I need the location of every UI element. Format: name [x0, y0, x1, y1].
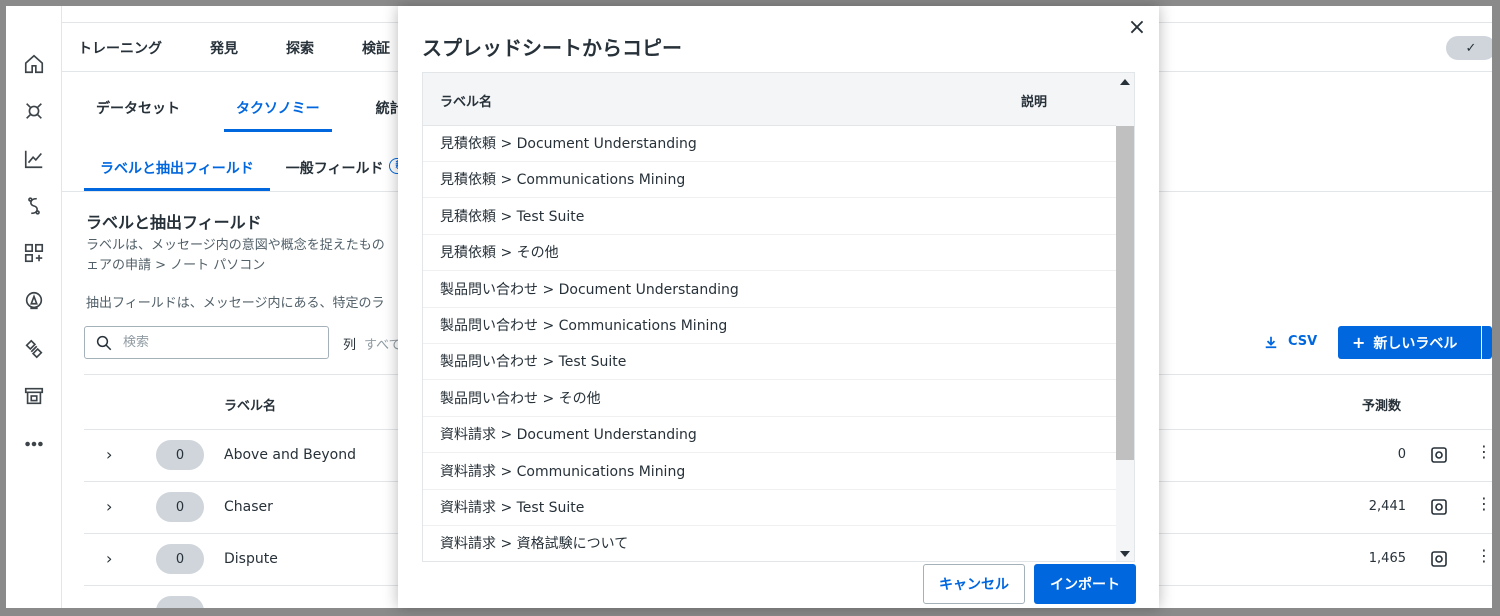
columns-value: すべて — [364, 338, 402, 353]
settings-icon[interactable] — [1430, 550, 1448, 568]
prediction-count: 2,441 — [1368, 499, 1406, 514]
label-name: Above and Beyond — [224, 447, 356, 463]
ai-center-icon[interactable] — [14, 93, 54, 129]
nav-validate[interactable]: 検証 — [362, 38, 390, 58]
close-icon[interactable]: × — [1125, 16, 1149, 40]
grid-row[interactable]: 製品問い合わせ > その他 — [423, 381, 1118, 417]
sub-tabs: ラベルと抽出フィールド 一般フィールド新 — [84, 158, 426, 191]
grid-row[interactable]: 製品問い合わせ > Communications Mining — [423, 308, 1118, 344]
settings-icon[interactable] — [1430, 446, 1448, 464]
search-icon — [96, 335, 112, 350]
dialog-title: スプレッドシートからコピー — [422, 36, 682, 60]
grid-row[interactable]: 見積依頼 > Communications Mining — [423, 162, 1118, 199]
settings-icon[interactable] — [1430, 498, 1448, 516]
tab-dataset[interactable]: データセット — [84, 98, 192, 132]
download-icon — [1265, 336, 1277, 348]
label-name: Chaser — [224, 499, 273, 515]
prediction-count: 1,465 — [1368, 551, 1406, 566]
grid-row[interactable]: 資料請求 > Communications Mining — [423, 454, 1118, 490]
grid-row[interactable]: 資料請求 > 資格試験について — [423, 526, 1118, 561]
apps-add-icon[interactable] — [14, 235, 54, 271]
csv-download-button[interactable]: CSV — [1264, 334, 1317, 349]
status-toggle[interactable]: ✓ — [1446, 36, 1492, 60]
columns-label: 列 — [343, 338, 357, 353]
label-name: Dispute — [224, 551, 278, 567]
import-button[interactable]: インポート — [1034, 564, 1136, 604]
col-header-label-name: ラベル名 — [224, 399, 277, 414]
chevron-right-icon[interactable]: › — [106, 445, 112, 464]
grid-col-description: 説明 — [1021, 95, 1048, 110]
scroll-thumb[interactable] — [1116, 126, 1134, 460]
grid-row[interactable]: 見積依頼 > その他 — [423, 235, 1118, 272]
chevron-right-icon[interactable]: › — [106, 549, 112, 568]
chart-icon[interactable] — [14, 141, 54, 177]
scroll-down-icon[interactable] — [1120, 551, 1130, 557]
rocket-icon[interactable] — [14, 283, 54, 319]
search-box[interactable] — [84, 326, 329, 359]
search-input[interactable] — [123, 335, 313, 350]
store-icon[interactable] — [14, 378, 54, 414]
subtab-labels-text: ラベルと抽出フィールド — [100, 161, 254, 177]
spreadsheet-grid: ラベル名 説明 見積依頼 > Document Understanding 見積依… — [422, 72, 1135, 562]
copy-from-spreadsheet-dialog: スプレッドシートからコピー × ラベル名 説明 見積依頼 > Document … — [398, 6, 1159, 608]
kebab-menu-icon[interactable]: ⋮ — [1476, 442, 1492, 461]
scroll-up-icon[interactable] — [1120, 79, 1130, 85]
grid-row[interactable]: 資料請求 > Test Suite — [423, 490, 1118, 526]
subtab-general-text: 一般フィールド — [285, 161, 384, 177]
new-label-text: 新しいラベル — [1373, 335, 1458, 352]
check-icon: ✓ — [1465, 40, 1477, 56]
kebab-menu-icon[interactable]: ⋮ — [1476, 546, 1492, 565]
connectors-icon[interactable] — [14, 331, 54, 367]
integration-icon[interactable] — [14, 188, 54, 224]
prediction-count: 0 — [1397, 447, 1406, 462]
desc-line-2: ェアの申請 > ノート パソコン — [86, 258, 266, 273]
desc-line-1: ラベルは、メッセージ内の意図や概念を捉えたもの — [86, 238, 385, 253]
count-pill: 0 — [156, 544, 204, 574]
nav-discover[interactable]: 発見 — [210, 38, 238, 58]
count-pill: 0 — [156, 440, 204, 470]
chevron-right-icon[interactable]: › — [106, 497, 112, 516]
columns-filter[interactable]: 列すべて — [343, 334, 402, 353]
count-pill: 0 — [156, 492, 204, 522]
side-rail — [6, 6, 62, 608]
section-title: ラベルと抽出フィールド — [86, 213, 262, 232]
tab-taxonomy[interactable]: タクソノミー — [224, 98, 332, 132]
grid-row[interactable]: 見積依頼 > Document Understanding — [423, 126, 1118, 162]
grid-row[interactable]: 製品問い合わせ > Document Understanding — [423, 272, 1118, 308]
section-description-extract: 抽出フィールドは、メッセージ内にある、特定のラ — [86, 296, 385, 311]
cancel-button[interactable]: キャンセル — [923, 564, 1025, 604]
nav-training[interactable]: トレーニング — [78, 38, 162, 58]
grid-row[interactable]: 製品問い合わせ > Test Suite — [423, 344, 1118, 381]
count-pill — [156, 596, 204, 608]
button-split-divider — [1481, 326, 1482, 359]
more-icon[interactable] — [14, 426, 54, 462]
grid-header: ラベル名 説明 — [423, 73, 1118, 126]
kebab-menu-icon[interactable]: ⋮ — [1476, 494, 1492, 513]
grid-scrollbar[interactable] — [1116, 73, 1134, 561]
main-tabs: データセット タクソノミー 統計 — [84, 98, 448, 132]
section-description: ラベルは、メッセージ内の意図や概念を捉えたもの ェアの申請 > ノート パソコン — [86, 236, 416, 276]
plus-icon: + — [1352, 333, 1366, 352]
grid-row[interactable]: 資料請求 > Document Understanding — [423, 417, 1118, 454]
subtab-labels[interactable]: ラベルと抽出フィールド — [84, 158, 270, 191]
grid-col-label-name: ラベル名 — [440, 95, 493, 110]
home-icon[interactable] — [14, 46, 54, 82]
new-label-button[interactable]: + 新しいラベル — [1338, 326, 1492, 359]
grid-row[interactable]: 見積依頼 > Test Suite — [423, 199, 1118, 235]
csv-label: CSV — [1288, 334, 1318, 349]
top-nav: トレーニング 発見 探索 検証 — [78, 38, 438, 58]
nav-explore[interactable]: 探索 — [286, 38, 314, 58]
col-header-predictions[interactable]: 予測数 — [1362, 395, 1401, 414]
